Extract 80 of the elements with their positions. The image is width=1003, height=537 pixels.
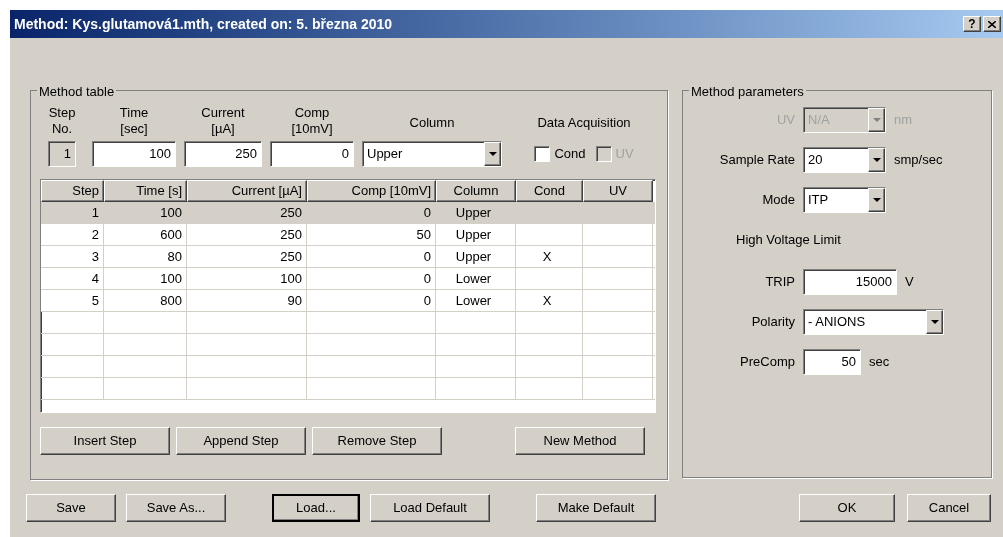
table-cell-text: 100 bbox=[160, 203, 182, 222]
field-label: TRIP bbox=[765, 273, 795, 292]
table-cell-text: Upper bbox=[455, 225, 492, 244]
table-row[interactable]: 5 800 90 0 Lower X bbox=[41, 290, 655, 312]
table-cell-text: 0 bbox=[423, 203, 431, 222]
table-cell-text: Lower bbox=[455, 269, 492, 288]
table-cell-text: 0 bbox=[423, 247, 431, 266]
field-label: Data Acquisition bbox=[537, 115, 631, 131]
dialog-button[interactable]: Cancel bbox=[907, 494, 991, 522]
table-cell-text: X bbox=[542, 291, 552, 310]
table-cell-text: Upper bbox=[455, 247, 492, 266]
dialog-button[interactable]: Make Default bbox=[536, 494, 656, 522]
dropdown[interactable]: - ANIONS bbox=[803, 309, 944, 335]
input-field[interactable]: 100 bbox=[92, 141, 176, 167]
remove-step-button[interactable]: Remove Step bbox=[312, 427, 442, 455]
column-header[interactable]: Current [µA] bbox=[187, 180, 307, 202]
table-cell-text: 4 bbox=[91, 269, 99, 288]
close-icon bbox=[988, 20, 996, 28]
table-cell-text: 0 bbox=[423, 291, 431, 310]
table-cell-text: 800 bbox=[160, 291, 182, 310]
field-label: sec bbox=[869, 353, 890, 372]
dialog-button[interactable]: Load... bbox=[272, 494, 360, 522]
column-header[interactable]: Step bbox=[41, 180, 104, 202]
input-field[interactable]: 0 bbox=[270, 141, 354, 167]
field-label: smp/sec bbox=[894, 151, 943, 170]
column-header[interactable]: UV bbox=[583, 180, 653, 202]
table-cell-text: 3 bbox=[91, 247, 99, 266]
table-cell-text: 0 bbox=[423, 269, 431, 288]
checkbox-label: Cond bbox=[554, 145, 586, 164]
insert-step-button[interactable]: Insert Step bbox=[40, 427, 170, 455]
input-field[interactable]: 50 bbox=[803, 349, 861, 375]
column-label: Comp [10mV] bbox=[291, 105, 333, 137]
new-method-button[interactable]: New Method bbox=[515, 427, 645, 455]
field-label: Mode bbox=[762, 191, 795, 210]
field-label: Polarity bbox=[751, 313, 795, 332]
field-label: High Voltage Limit bbox=[736, 232, 841, 247]
input-field[interactable]: 15000 bbox=[803, 269, 897, 295]
column-header[interactable]: Column bbox=[436, 180, 516, 202]
table-cell-text: 2 bbox=[91, 225, 99, 244]
table-cell-text: 250 bbox=[280, 203, 302, 222]
table-cell-text: 50 bbox=[416, 225, 431, 244]
table-row[interactable]: 1 100 250 0 Upper bbox=[41, 202, 655, 224]
dialog-button[interactable]: Save As... bbox=[126, 494, 226, 522]
table-cell-text: 80 bbox=[167, 247, 182, 266]
column-label: Time [sec] bbox=[119, 105, 149, 137]
dropdown[interactable]: Upper bbox=[362, 141, 502, 167]
column-label: Step No. bbox=[48, 105, 76, 137]
dialog-button[interactable]: Save bbox=[26, 494, 116, 522]
checkbox[interactable] bbox=[534, 146, 551, 162]
column-header[interactable]: Comp [10mV] bbox=[307, 180, 436, 202]
table-cell-text: 600 bbox=[160, 225, 182, 244]
field-label: Column bbox=[409, 115, 455, 131]
table-cell-text: 100 bbox=[280, 269, 302, 288]
table-cell-text: 5 bbox=[91, 291, 99, 310]
append-step-button[interactable]: Append Step bbox=[176, 427, 306, 455]
window-title: Method: Kys.glutamová1.mth, created on: 5. března 2010 bbox=[14, 14, 394, 34]
dialog-button[interactable]: OK bbox=[799, 494, 895, 522]
input-field[interactable]: 250 bbox=[184, 141, 262, 167]
column-header[interactable]: Cond bbox=[516, 180, 583, 202]
table-cell-text: 90 bbox=[287, 291, 302, 310]
dialog-button[interactable]: Load Default bbox=[370, 494, 490, 522]
table-cell-text: 250 bbox=[280, 225, 302, 244]
dropdown[interactable]: ITP bbox=[803, 187, 886, 213]
table-row[interactable]: 2 600 250 50 Upper bbox=[41, 224, 655, 246]
column-label: Current [µA] bbox=[201, 105, 245, 137]
table-row[interactable]: 4 100 100 0 Lower bbox=[41, 268, 655, 290]
help-button[interactable]: ? bbox=[963, 16, 981, 32]
close-button[interactable] bbox=[983, 16, 1001, 32]
field-label: PreComp bbox=[740, 353, 795, 372]
dropdown[interactable]: 20 bbox=[803, 147, 886, 173]
field-label: Sample Rate bbox=[719, 151, 795, 170]
table-cell-text: Lower bbox=[455, 291, 492, 310]
field-label: V bbox=[905, 273, 914, 292]
table-cell-text: 1 bbox=[91, 203, 99, 222]
table-row[interactable]: 3 80 250 0 Upper X bbox=[41, 246, 655, 268]
table-cell-text: 250 bbox=[280, 247, 302, 266]
table-cell-text: 100 bbox=[160, 269, 182, 288]
table-cell-text: X bbox=[542, 247, 552, 266]
column-header[interactable]: Time [s] bbox=[104, 180, 187, 202]
table-cell-text: Upper bbox=[455, 203, 492, 222]
